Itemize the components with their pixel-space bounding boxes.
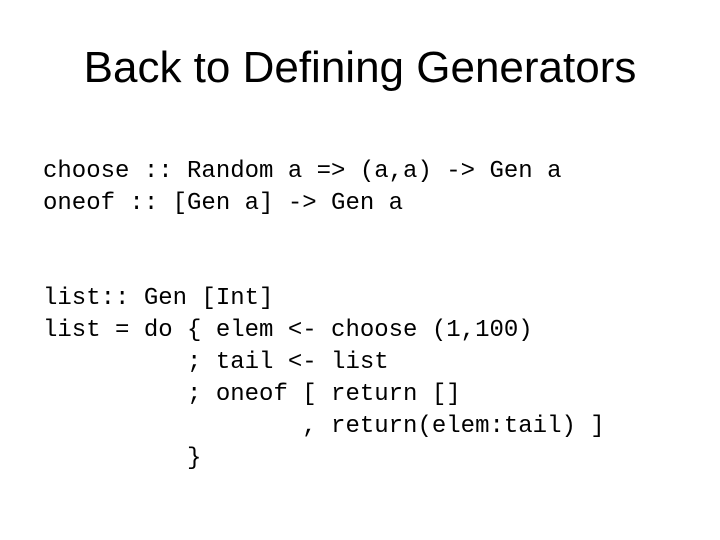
list-generator-code-block: list:: Gen [Int]list = do { elem <- choo… [43,283,605,475]
code-line: ; oneof [ return [] [43,381,461,408]
code-line: } [43,445,202,472]
code-line-oneof-signature: oneof :: [Gen a] -> Gen a [43,190,404,217]
type-signatures-block: choose :: Random a => (a,a) -> Gen aoneo… [43,156,561,220]
code-line: , return(elem:tail) ] [43,413,605,440]
code-line: list:: Gen [Int] [43,285,274,312]
code-line: ; tail <- list [43,349,389,376]
code-line-choose-signature: choose :: Random a => (a,a) -> Gen a [43,158,562,185]
code-line: list = do { elem <- choose (1,100) [43,317,533,344]
slide-title: Back to Defining Generators [83,43,637,92]
